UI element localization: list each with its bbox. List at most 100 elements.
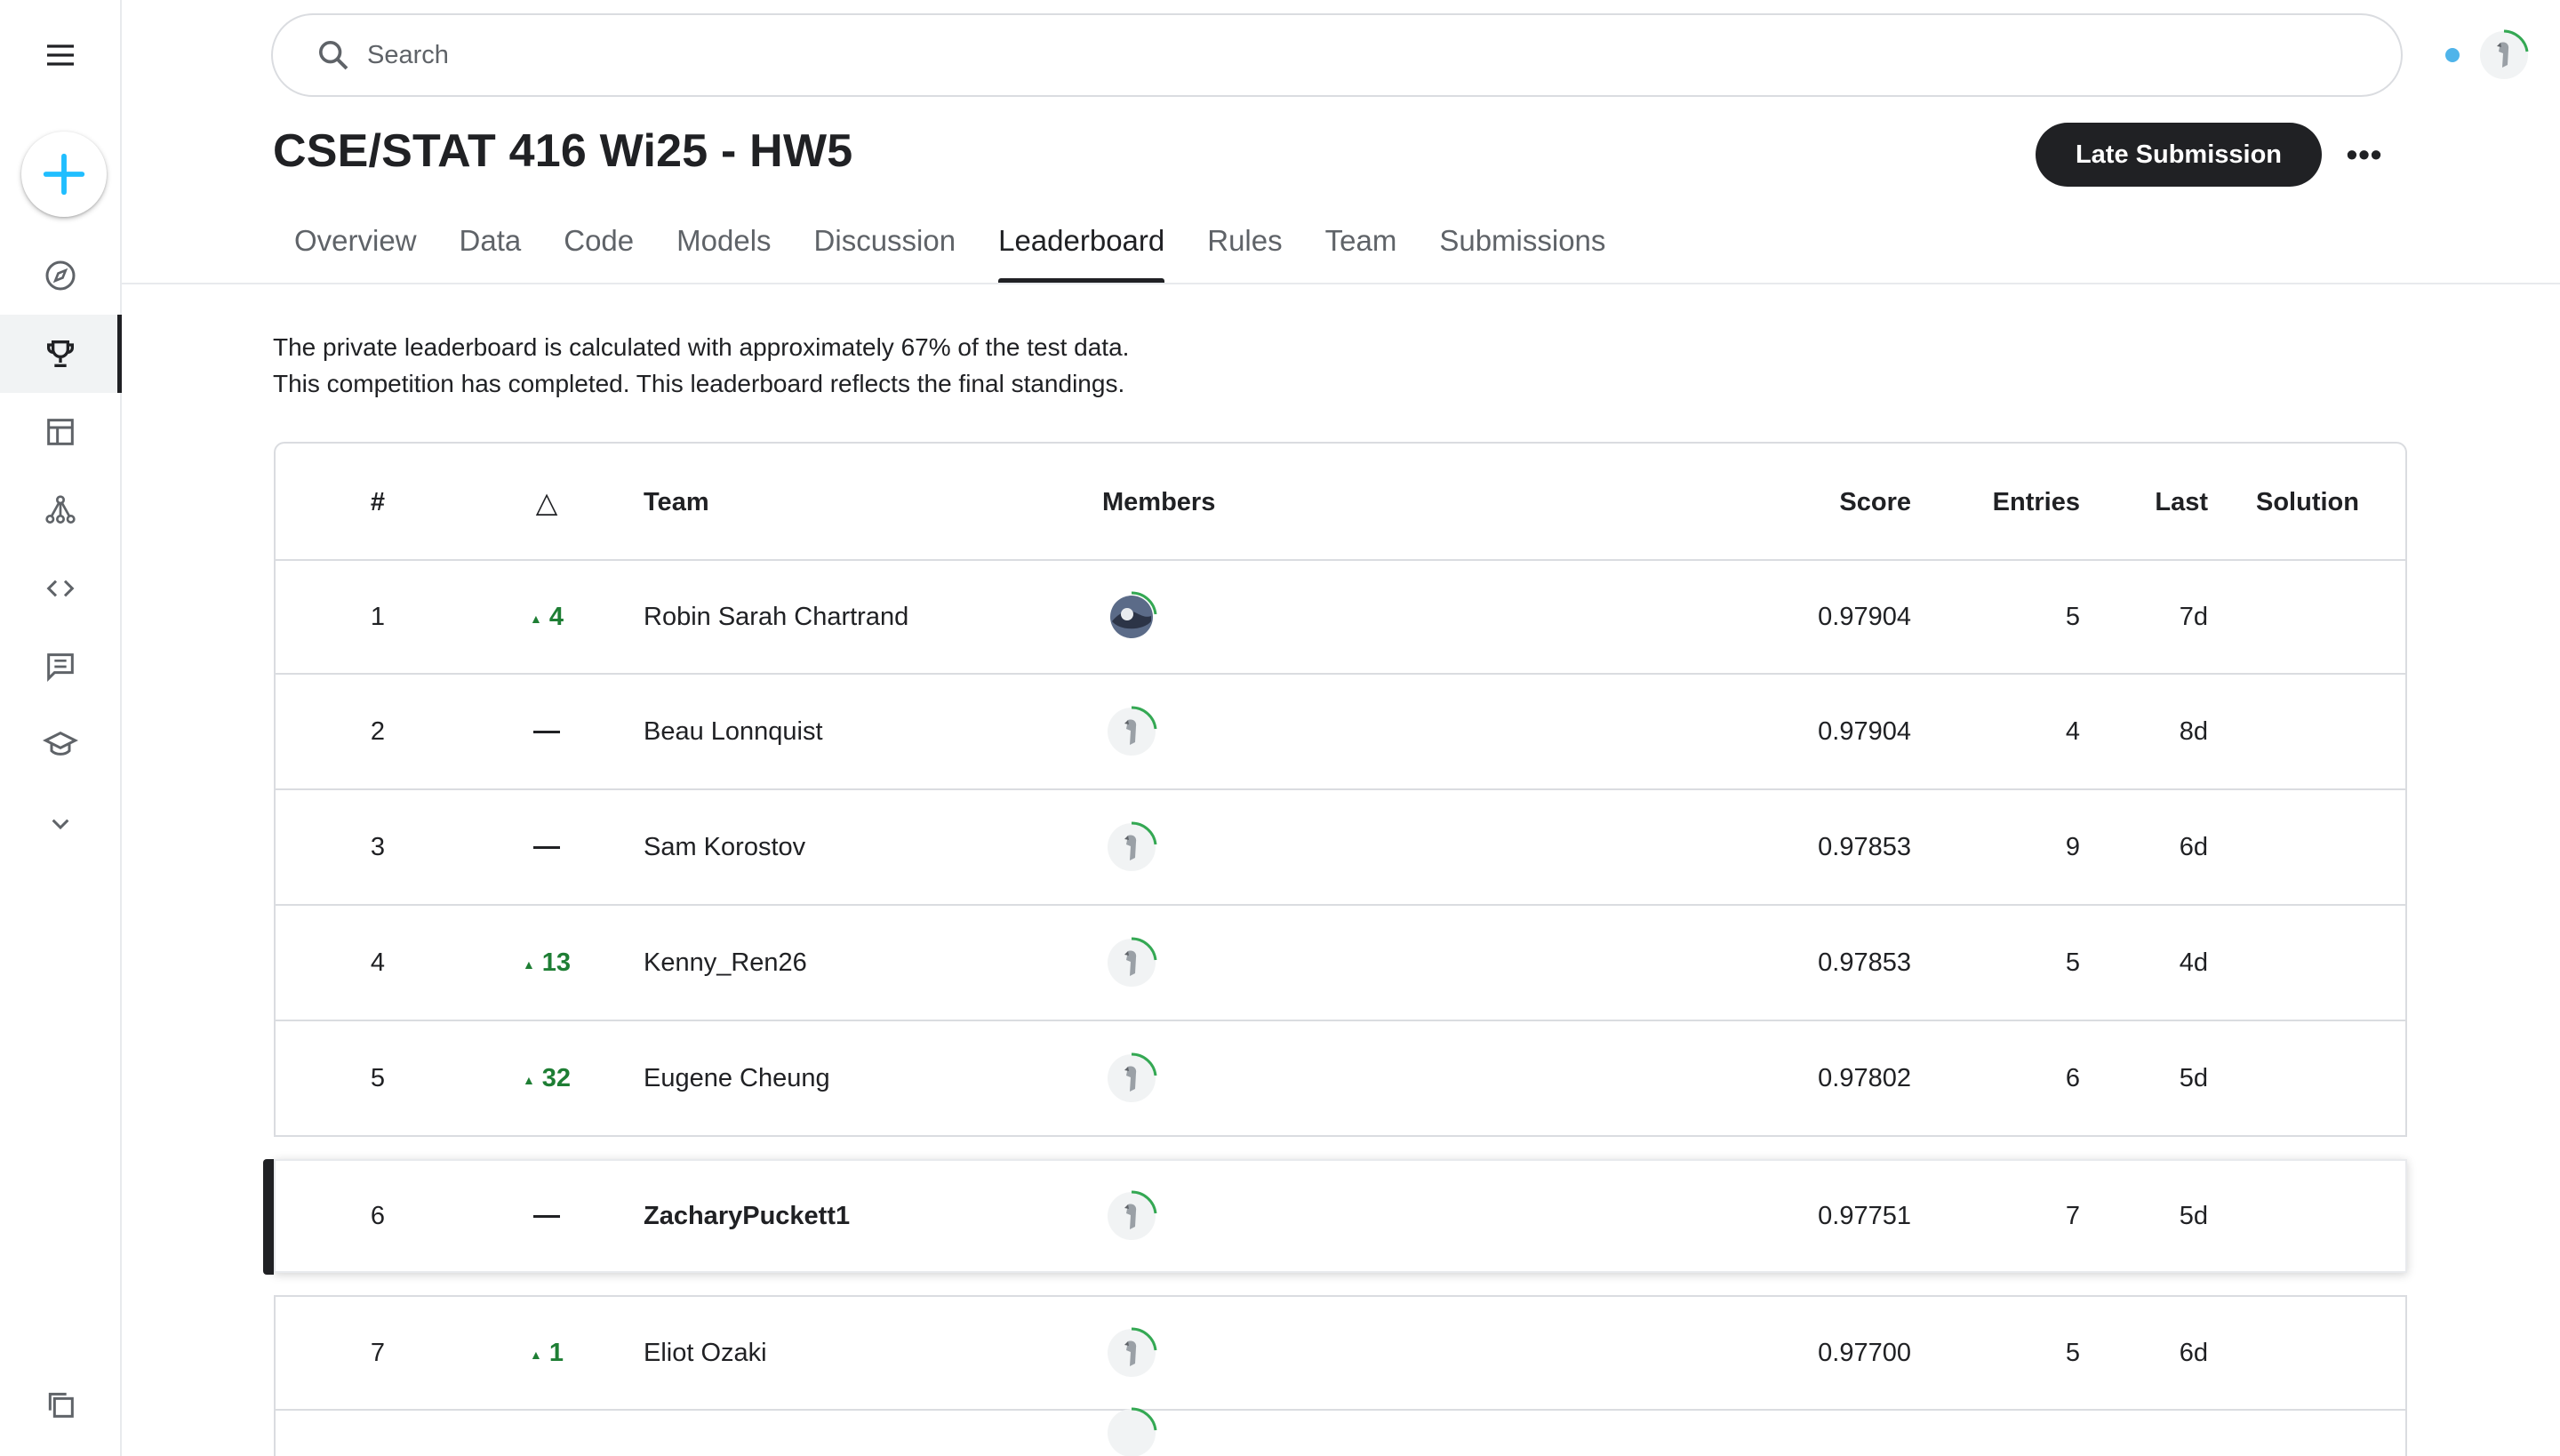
header-delta[interactable]: △ [476, 444, 618, 561]
rank-cell: 1 [370, 602, 386, 631]
leaderboard-row[interactable]: 5 ▲ 32 Eugene Cheung 0.97802 6 5d [274, 1021, 2407, 1137]
competitions-icon[interactable] [0, 315, 122, 393]
triangle-up-icon: ▲ [530, 611, 542, 626]
entries-cell: 4 [2065, 716, 2080, 746]
members-cell [1102, 675, 1161, 788]
header-last[interactable]: Last [2107, 444, 2208, 561]
score-cell: 0.97904 [1818, 602, 1911, 631]
create-button[interactable] [21, 132, 107, 217]
tab-discussion[interactable]: Discussion [793, 213, 978, 283]
learn-icon[interactable] [0, 706, 120, 784]
models-icon[interactable] [0, 471, 120, 549]
entries-cell: 5 [2065, 1338, 2080, 1367]
tab-submissions[interactable]: Submissions [1418, 213, 1627, 283]
no-change-dash [533, 845, 560, 849]
tab-data[interactable]: Data [438, 213, 543, 283]
header-score[interactable]: Score [1609, 444, 1911, 561]
tab-code[interactable]: Code [542, 213, 655, 283]
rank-change-value: 13 [541, 948, 572, 977]
tab-overview[interactable]: Overview [273, 213, 438, 283]
info-line-private: The private leaderboard is calculated wi… [273, 333, 1130, 361]
search-icon [319, 41, 348, 70]
leaderboard-row[interactable]: 3 Sam Korostov 0.97853 9 6d [274, 790, 2407, 906]
members-cell [1102, 1021, 1161, 1135]
leaderboard-row[interactable]: 2 Beau Lonnquist 0.97904 4 8d [274, 675, 2407, 790]
member-avatar[interactable] [1102, 702, 1161, 761]
last-cell: 6d [2179, 832, 2208, 861]
tab-leaderboard[interactable]: Leaderboard [977, 213, 1186, 283]
member-avatar[interactable] [1102, 1187, 1161, 1245]
delta-cell [476, 1161, 618, 1271]
team-name[interactable]: Sam Korostov [644, 790, 805, 904]
no-change-dash [533, 1214, 560, 1218]
triangle-up-icon: ▲ [522, 956, 535, 972]
entries-cell: 5 [2065, 602, 2080, 631]
leaderboard-row[interactable]: 1 ▲ 4 Robin Sarah Chartrand 0.97904 5 7d [274, 559, 2407, 675]
triangle-up-icon: ▲ [530, 1347, 542, 1362]
member-avatar[interactable] [1102, 933, 1161, 992]
header-team[interactable]: Team [644, 444, 709, 561]
leaderboard-row-current-user[interactable]: 6 ZacharyPuckett1 0.97751 7 5d [263, 1159, 2407, 1275]
delta-cell: ▲ 1 [476, 1297, 618, 1409]
tab-models[interactable]: Models [655, 213, 792, 283]
rank-change-up: ▲ 13 [523, 948, 571, 978]
discussions-icon[interactable] [0, 628, 120, 706]
score-cell: 0.97700 [1818, 1338, 1911, 1367]
code-icon[interactable] [0, 549, 120, 628]
member-avatar[interactable] [1102, 1324, 1161, 1382]
chevron-down-icon[interactable] [0, 784, 120, 862]
team-name[interactable]: Kenny_Ren26 [644, 906, 807, 1020]
rank-cell: 7 [370, 1338, 386, 1367]
rank-change-value: 1 [548, 1338, 564, 1367]
delta-cell [476, 675, 618, 788]
entries-cell: 5 [2065, 948, 2080, 977]
members-cell [1102, 906, 1161, 1020]
leaderboard-row[interactable]: 4 ▲ 13 Kenny_Ren26 0.97853 5 4d [274, 906, 2407, 1021]
team-name[interactable]: Eliot Ozaki [644, 1297, 767, 1409]
member-avatar[interactable] [1102, 818, 1161, 876]
leaderboard-row-partial[interactable] [274, 1407, 2407, 1456]
more-options-icon[interactable]: ••• [2343, 133, 2386, 176]
notification-dot [2445, 48, 2460, 62]
sidebar [0, 0, 122, 1456]
header-entries[interactable]: Entries [1956, 444, 2080, 561]
entries-cell: 9 [2065, 832, 2080, 861]
late-submission-button[interactable]: Late Submission [2036, 123, 2322, 187]
header-members: Members [1102, 487, 1216, 516]
team-name[interactable]: Eugene Cheung [644, 1021, 830, 1135]
member-avatar[interactable] [1102, 588, 1161, 646]
members-cell [1102, 1161, 1161, 1271]
tab-team[interactable]: Team [1304, 213, 1419, 283]
member-avatar[interactable] [1102, 1049, 1161, 1108]
header-rank[interactable]: # [276, 444, 480, 561]
members-cell [1102, 1407, 1161, 1456]
delta-cell: ▲ 32 [476, 1021, 618, 1135]
delta-cell: ▲ 13 [476, 906, 618, 1020]
user-avatar[interactable] [2476, 27, 2532, 84]
members-cell [1102, 790, 1161, 904]
plus-icon [43, 153, 85, 196]
your-work-icon[interactable] [0, 1365, 120, 1444]
tab-rules[interactable]: Rules [1186, 213, 1303, 283]
datasets-icon[interactable] [0, 393, 120, 471]
member-avatar[interactable] [1102, 1404, 1161, 1456]
info-line-completed: This competition has completed. This lea… [273, 370, 1125, 397]
no-change-dash [533, 730, 560, 733]
team-name[interactable]: ZacharyPuckett1 [644, 1161, 850, 1271]
delta-cell: ▲ 4 [476, 561, 618, 673]
team-name[interactable]: Beau Lonnquist [644, 675, 823, 788]
last-cell: 5d [2179, 1201, 2208, 1230]
last-cell: 7d [2179, 602, 2208, 631]
menu-icon[interactable] [0, 16, 120, 94]
explore-icon[interactable] [0, 236, 120, 315]
rank-cell: 2 [370, 716, 386, 746]
search-input[interactable] [367, 40, 2323, 70]
entries-cell: 7 [2065, 1201, 2080, 1230]
rank-change-up: ▲ 32 [523, 1064, 571, 1093]
search-bar[interactable] [271, 13, 2403, 97]
score-cell: 0.97802 [1818, 1063, 1911, 1092]
team-name[interactable]: Robin Sarah Chartrand [644, 561, 908, 673]
last-cell: 8d [2179, 716, 2208, 746]
leaderboard-row[interactable]: 7 ▲ 1 Eliot Ozaki 0.97700 5 6d [274, 1295, 2407, 1411]
last-cell: 4d [2179, 948, 2208, 977]
